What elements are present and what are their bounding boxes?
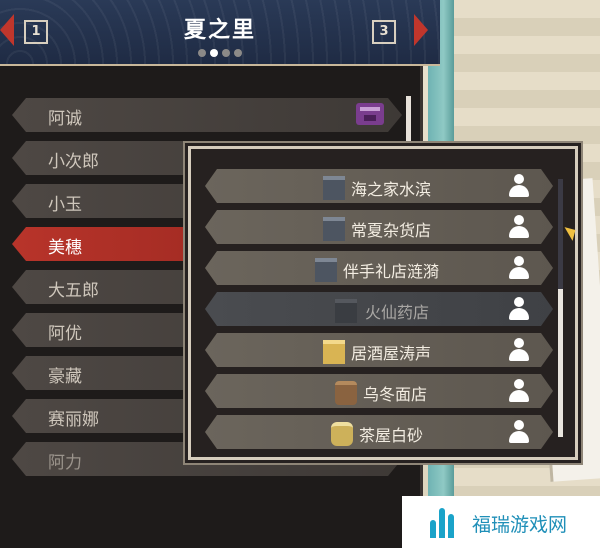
next-area-key[interactable]: 3 bbox=[372, 20, 396, 44]
house-icon bbox=[323, 176, 345, 200]
area-header: 1 夏之里 3 bbox=[0, 0, 440, 66]
page-dot-active bbox=[210, 49, 218, 57]
shop-name: 居酒屋涛声 bbox=[351, 344, 432, 363]
house-icon bbox=[323, 217, 345, 241]
shop-item[interactable]: 常夏杂货店 bbox=[205, 210, 553, 244]
shop-name: 乌冬面店 bbox=[363, 385, 428, 404]
shop-item[interactable]: 乌冬面店 bbox=[205, 374, 553, 408]
watermark-logo-icon bbox=[430, 506, 460, 538]
character-item[interactable]: 阿诚 bbox=[12, 98, 402, 132]
noodle-cart-icon bbox=[335, 381, 357, 405]
tea-house-icon bbox=[331, 422, 353, 446]
character-name: 阿诚 bbox=[48, 109, 82, 129]
person-icon bbox=[507, 338, 531, 362]
shop-name: 火仙药店 bbox=[365, 303, 430, 322]
character-name: 大五郎 bbox=[48, 281, 99, 301]
person-icon bbox=[507, 215, 531, 239]
character-name: 豪藏 bbox=[48, 367, 82, 387]
house-icon bbox=[356, 103, 384, 125]
watermark-text: 福瑞游戏网 bbox=[472, 514, 568, 536]
shop-name: 海之家水滨 bbox=[351, 180, 432, 199]
shop-list-scrollbar[interactable] bbox=[558, 179, 563, 437]
watermark: 福瑞游戏网 bbox=[402, 496, 600, 548]
character-name: 阿力 bbox=[48, 453, 82, 473]
person-icon bbox=[507, 379, 531, 403]
house-icon bbox=[335, 299, 357, 323]
person-icon bbox=[507, 174, 531, 198]
shop-name: 伴手礼店涟漪 bbox=[343, 262, 440, 281]
shop-item[interactable]: 海之家水滨 bbox=[205, 169, 553, 203]
house-icon bbox=[315, 258, 337, 282]
shop-item[interactable]: 伴手礼店涟漪 bbox=[205, 251, 553, 285]
character-name: 阿优 bbox=[48, 324, 82, 344]
shop-item[interactable]: 居酒屋涛声 bbox=[205, 333, 553, 367]
person-icon bbox=[507, 256, 531, 280]
page-dot bbox=[222, 49, 230, 57]
next-area-arrow-icon[interactable] bbox=[414, 14, 428, 46]
shop-select-popup: 海之家水滨 常夏杂货店 伴手礼店涟漪 火仙药店 居酒屋涛声 乌冬面店 茶屋白砂 bbox=[188, 146, 578, 460]
person-icon bbox=[507, 420, 531, 444]
character-name: 赛丽娜 bbox=[48, 410, 99, 430]
character-name: 小次郎 bbox=[48, 152, 99, 172]
page-dot bbox=[234, 49, 242, 57]
inn-icon bbox=[323, 340, 345, 364]
shop-item[interactable]: 茶屋白砂 bbox=[205, 415, 553, 449]
shop-name: 常夏杂货店 bbox=[351, 221, 432, 240]
shop-item-highlighted[interactable]: 火仙药店 bbox=[205, 292, 553, 326]
shop-name: 茶屋白砂 bbox=[359, 426, 424, 445]
person-icon bbox=[507, 297, 531, 321]
scrollbar-thumb[interactable] bbox=[558, 289, 563, 437]
page-dot bbox=[198, 49, 206, 57]
page-indicator bbox=[0, 42, 440, 61]
character-name: 小玉 bbox=[48, 195, 82, 215]
character-name: 美穗 bbox=[48, 238, 82, 258]
